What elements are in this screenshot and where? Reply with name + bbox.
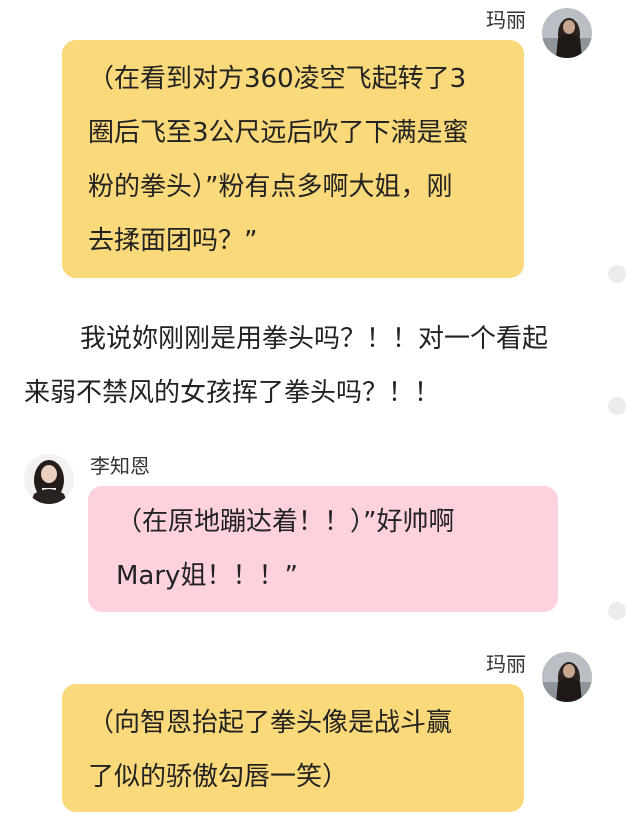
sender-name-mary: 玛丽 [486, 8, 526, 32]
message-menu-dot[interactable] [608, 397, 626, 415]
avatar-jieun-image [24, 454, 74, 504]
message-line: （向智恩抬起了拳头像是战斗赢 [88, 708, 453, 738]
message-line: 粉的拳头）”粉有点多啊大姐，刚 [88, 172, 453, 202]
message-bubble-jieun[interactable]: （在原地蹦达着！！）”好帅啊 Mary姐！！！” [88, 486, 558, 612]
message-line: Mary姐！！！” [116, 561, 298, 591]
message-menu-dot[interactable] [608, 265, 626, 283]
message-line: 去揉面团吗？” [88, 226, 258, 256]
avatar-mary[interactable] [542, 8, 592, 58]
message-menu-dot[interactable] [608, 602, 626, 620]
narration-line: 我说妳刚刚是用拳头吗？！！对一个看起 [80, 324, 549, 354]
narration-text: 我说妳刚刚是用拳头吗？！！对一个看起 来弱不禁风的女孩挥了拳头吗？！！ [24, 312, 604, 420]
avatar-mary-image [542, 652, 592, 702]
message-line: （在原地蹦达着！！）”好帅啊 [116, 507, 455, 537]
narration-line: 来弱不禁风的女孩挥了拳头吗？！！ [24, 378, 441, 408]
message-bubble-mary-1[interactable]: （在看到对方360凌空飞起转了3 圈后飞至3公尺远后吹了下满是蜜 粉的拳头）”粉… [62, 40, 524, 278]
message-line: 圈后飞至3公尺远后吹了下满是蜜 [88, 118, 469, 148]
message-line: （在看到对方360凌空飞起转了3 [88, 64, 467, 94]
avatar-jieun[interactable] [24, 454, 74, 504]
message-line: 了似的骄傲勾唇一笑） [88, 762, 349, 792]
message-bubble-mary-2[interactable]: （向智恩抬起了拳头像是战斗赢 了似的骄傲勾唇一笑） [62, 684, 524, 812]
sender-name-jieun: 李知恩 [90, 454, 150, 478]
sender-name-mary: 玛丽 [486, 652, 526, 676]
avatar-mary[interactable] [542, 652, 592, 702]
avatar-mary-image [542, 8, 592, 58]
